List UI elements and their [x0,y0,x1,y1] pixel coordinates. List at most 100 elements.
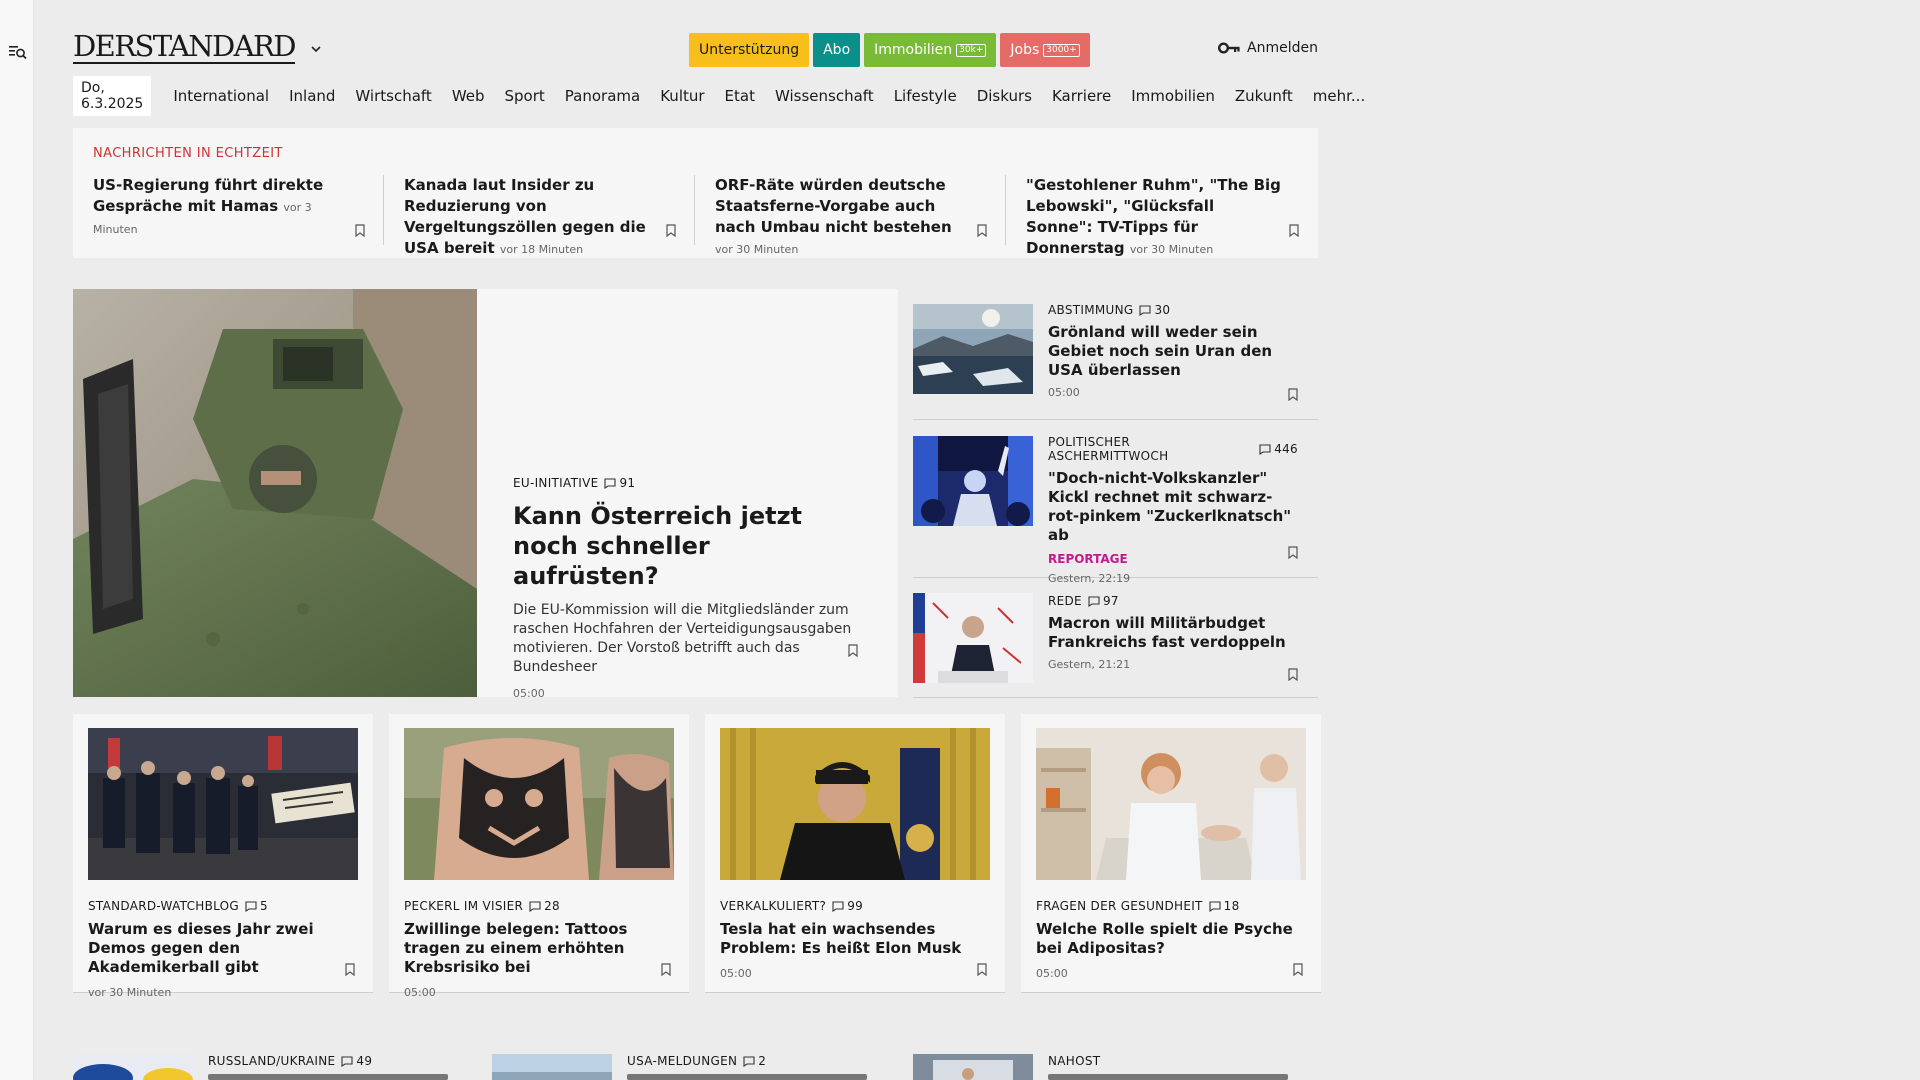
article-teaser[interactable]: RUSSLAND/UKRAINE 49 [73,1054,473,1080]
jobs-label: Jobs [1010,42,1040,58]
article-kicker: REDE [1048,594,1082,608]
current-date: Do, 6.3.2025 [73,76,152,116]
login-button[interactable]: Anmelden [1218,40,1318,56]
bookmark-icon[interactable] [1288,546,1298,559]
article-image-greenland[interactable] [913,304,1033,394]
nav-item-sport[interactable]: Sport [495,87,555,105]
support-label: Unterstützung [699,42,800,58]
side-article[interactable]: ABSTIMMUNG 30 Grönland will weder sein G… [913,289,1318,420]
comment-count[interactable]: 2 [743,1054,766,1068]
nav-item-lifestyle[interactable]: Lifestyle [884,87,967,105]
nav-item-kultur[interactable]: Kultur [650,87,714,105]
jobs-count-badge: 3000+ [1043,43,1080,57]
nav-item-zukunft[interactable]: Zukunft [1225,87,1303,105]
bookmark-icon[interactable] [666,224,676,237]
article-teaser[interactable]: USA-MELDUNGEN 2 [492,1054,892,1080]
logo-link[interactable]: DERSTANDARD [73,30,321,64]
article-image-kickl[interactable] [913,436,1033,526]
nav-item-international[interactable]: International [163,87,279,105]
login-label: Anmelden [1247,40,1318,56]
nav-item-etat[interactable]: Etat [715,87,765,105]
article-title[interactable]: Tesla hat ein wachsendes Problem: Es hei… [720,920,990,958]
ticker-item[interactable]: "Gestohlener Ruhm", "The Big Lebowski", … [1006,175,1317,257]
article-time: 05:00 [1036,967,1068,980]
nav-item-diskurs[interactable]: Diskurs [967,87,1042,105]
site-header: DERSTANDARD Unterstützung Abo Immobilien… [73,0,1365,118]
article-kicker: FRAGEN DER GESUNDHEIT [1036,899,1203,913]
comment-count[interactable]: 99 [832,899,863,913]
comment-count[interactable]: 30 [1139,303,1170,317]
article-title[interactable]: Grönland will weder sein Gebiet noch sei… [1048,323,1298,380]
comment-icon [341,1055,353,1067]
side-article[interactable]: POLITISCHER ASCHERMITTWOCH 446 "Doch-nic… [913,420,1318,585]
article-image-eu-flags[interactable] [73,1054,193,1080]
hero-image-armored-vehicle[interactable] [73,289,477,697]
nav-item-karriere[interactable]: Karriere [1042,87,1121,105]
article-teaser[interactable]: NAHOST [913,1054,1318,1080]
abo-button[interactable]: Abo [813,33,861,67]
nav-item-inland[interactable]: Inland [279,87,345,105]
bookmark-icon[interactable] [848,644,858,657]
comment-count-value: 30 [1154,303,1171,317]
nav-item-web[interactable]: Web [442,87,495,105]
article-image-musk[interactable] [720,728,990,880]
ticker-item[interactable]: Kanada laut Insider zu Reduzierung von V… [384,175,695,257]
bookmark-icon[interactable] [1288,388,1298,401]
comment-count-value: 2 [758,1054,767,1068]
article-card[interactable]: FRAGEN DER GESUNDHEIT 18 Welche Rolle sp… [1021,714,1321,993]
comment-count[interactable]: 49 [341,1054,372,1068]
side-article-list: ABSTIMMUNG 30 Grönland will weder sein G… [913,289,1318,698]
article-card[interactable]: PECKERL IM VISIER 28 Zwillinge belegen: … [389,714,689,999]
comment-count[interactable]: 446 [1259,442,1298,456]
article-image-macron[interactable] [913,593,1033,683]
hero-title[interactable]: Kann Österreich jetzt noch schneller auf… [513,501,863,591]
bookmark-icon[interactable] [1288,668,1298,681]
menu-search-icon[interactable] [9,44,27,60]
bookmark-icon[interactable] [977,963,987,976]
nav-item-more[interactable]: mehr... [1303,87,1375,105]
comment-count[interactable]: 5 [245,899,268,913]
article-card[interactable]: STANDARD-WATCHBLOG 5 Warum es dieses Jah… [73,714,373,999]
article-image-tattoo[interactable] [404,728,674,880]
chevron-down-icon[interactable] [311,45,321,53]
article-kicker: USA-MELDUNGEN [627,1054,738,1068]
immobilien-button[interactable]: Immobilien 30k+ [864,33,997,67]
article-title[interactable]: Warum es dieses Jahr zwei Demos gegen de… [88,920,358,977]
article-title[interactable]: "Doch-nicht-Volkskanzler" Kickl rechnet … [1048,469,1298,545]
bookmark-icon[interactable] [1289,224,1299,237]
bookmark-icon[interactable] [355,224,365,237]
bookmark-icon[interactable] [1293,963,1303,976]
article-image-therapy[interactable] [1036,728,1306,880]
comment-count[interactable]: 18 [1209,899,1240,913]
article-image-usa[interactable] [492,1054,612,1080]
comment-count[interactable]: 91 [604,476,635,490]
bookmark-icon[interactable] [345,963,355,976]
support-button[interactable]: Unterstützung [689,33,810,67]
ticker-item[interactable]: US-Regierung führt direkte Gespräche mit… [73,175,384,245]
article-title[interactable]: Zwillinge belegen: Tattoos tragen zu ein… [404,920,674,977]
article-image-demo[interactable] [88,728,358,880]
hero-article[interactable]: EU-INITIATIVE 91 Kann Österreich jetzt n… [73,289,898,700]
nav-item-wirtschaft[interactable]: Wirtschaft [345,87,441,105]
side-article[interactable]: REDE 97 Macron will Militärbudget Frankr… [913,578,1318,698]
nav-item-immobilien[interactable]: Immobilien [1121,87,1225,105]
nav-item-wissenschaft[interactable]: Wissenschaft [765,87,884,105]
article-title[interactable]: Macron will Militärbudget Frankreichs fa… [1048,614,1298,652]
main-nav: Do, 6.3.2025 International Inland Wirtsc… [73,76,1375,116]
comment-count[interactable]: 97 [1088,594,1119,608]
ticker-item[interactable]: ORF-Räte würden deutsche Staatsferne-Vor… [695,175,1006,256]
article-card[interactable]: VERKALKULIERT? 99 Tesla hat ein wachsend… [705,714,1005,993]
comment-icon [1088,595,1100,607]
bookmark-icon[interactable] [661,963,671,976]
jobs-button[interactable]: Jobs 3000+ [1000,33,1090,67]
comment-count[interactable]: 28 [529,899,560,913]
article-title[interactable]: Welche Rolle spielt die Psyche bei Adipo… [1036,920,1306,958]
article-title-cut-off [1048,1074,1288,1080]
article-grid: STANDARD-WATCHBLOG 5 Warum es dieses Jah… [73,714,1321,999]
article-kicker: STANDARD-WATCHBLOG [88,899,240,913]
bookmark-icon[interactable] [977,224,987,237]
article-image-nahost[interactable] [913,1054,1033,1080]
nav-item-panorama[interactable]: Panorama [555,87,650,105]
comment-icon [604,477,617,489]
article-time: Gestern, 21:21 [1048,658,1131,671]
